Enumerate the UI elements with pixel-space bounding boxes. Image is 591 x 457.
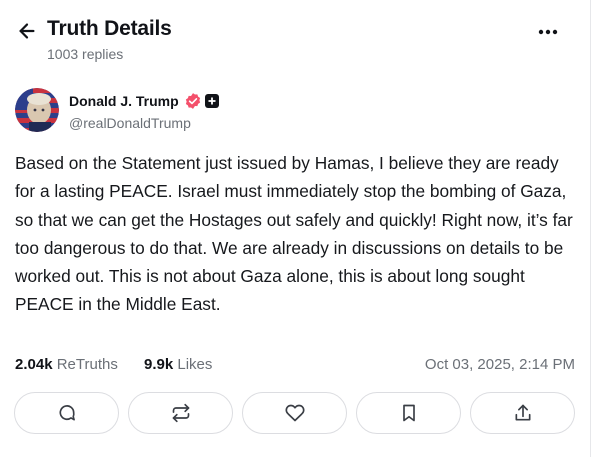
more-horizontal-icon: [538, 29, 558, 35]
more-options-button[interactable]: [532, 20, 564, 44]
arrow-left-icon: [19, 23, 35, 39]
retruths-stat[interactable]: 2.04k ReTruths: [15, 356, 118, 373]
action-bar: [14, 392, 576, 434]
retruth-icon: [172, 403, 189, 423]
reply-count: 1003 replies: [47, 46, 124, 62]
post-text: Based on the Statement just issued by Ha…: [15, 153, 573, 315]
likes-label: Likes: [177, 356, 213, 373]
page-header: Truth Details 1003 replies: [0, 0, 591, 80]
likes-count: 9.9k: [144, 356, 174, 373]
verified-badge-icon: [184, 92, 202, 110]
bookmark-icon: [402, 404, 415, 422]
plus-badge-icon: [205, 94, 219, 108]
post-author: Donald J. Trump @realDonaldTrump: [15, 88, 575, 136]
retruths-count: 2.04k: [15, 356, 53, 373]
back-button[interactable]: [14, 18, 40, 44]
retruth-button[interactable]: [128, 392, 233, 434]
author-name[interactable]: Donald J. Trump: [69, 93, 179, 109]
post-timestamp: Oct 03, 2025, 2:14 PM: [424, 356, 575, 373]
like-icon: [285, 404, 304, 422]
like-button[interactable]: [242, 392, 347, 434]
bookmark-button[interactable]: [356, 392, 461, 434]
avatar[interactable]: [15, 88, 59, 132]
share-button[interactable]: [470, 392, 575, 434]
reply-button[interactable]: [14, 392, 119, 434]
share-icon: [515, 404, 530, 421]
post-stats: 2.04k ReTruths 9.9k Likes Oct 03, 2025, …: [15, 356, 575, 378]
page-title: Truth Details: [47, 17, 172, 40]
reply-icon: [59, 405, 75, 421]
avatar-image: [15, 88, 59, 132]
likes-stat[interactable]: 9.9k Likes: [144, 356, 212, 373]
retruths-label: ReTruths: [56, 356, 118, 373]
author-handle[interactable]: @realDonaldTrump: [69, 115, 191, 131]
